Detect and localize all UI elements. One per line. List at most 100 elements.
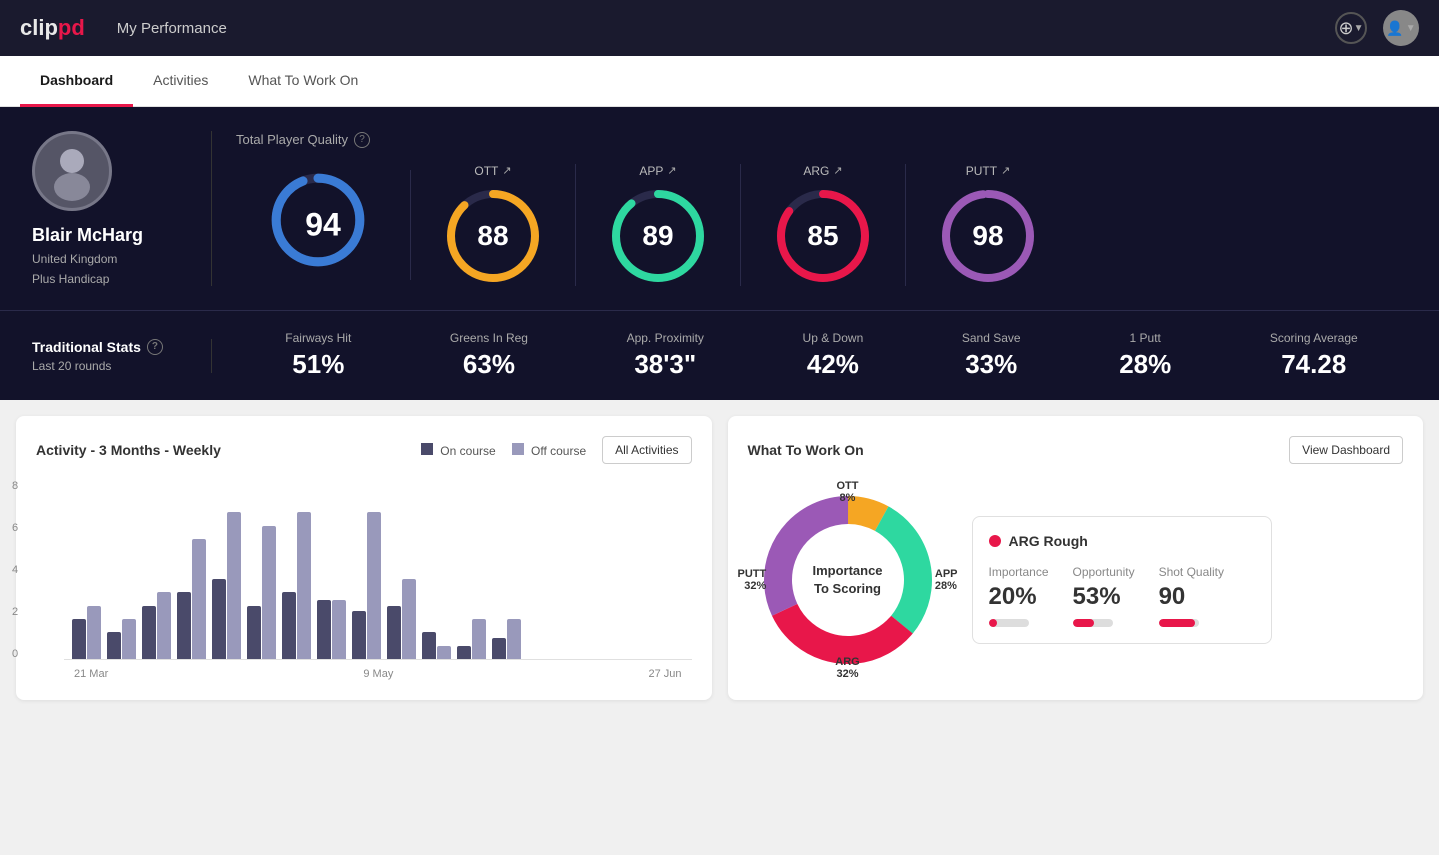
tab-activities[interactable]: Activities [133,56,228,107]
bar-offcourse-4 [227,512,241,659]
trad-stat-greens-in-reg: Greens In Reg 63% [450,331,528,380]
putt-label: PUTT32% [738,568,767,592]
chart-bars [64,480,692,660]
trad-stat-value: 63% [463,349,515,380]
bar-oncourse-8 [352,611,366,659]
gauge-arrow-icon: ↗ [502,164,511,177]
ott-label: OTT8% [837,480,859,504]
arg-stat-bar [1073,619,1113,627]
bottom-section: Activity - 3 Months - Weekly On course O… [0,400,1439,716]
trad-stat-value: 51% [292,349,344,380]
all-activities-button[interactable]: All Activities [602,436,691,464]
trad-stats-title: Traditional Stats ? [32,339,179,355]
arg-stat-bar-fill [989,619,997,627]
gauge-arg: ARG ↗ 85 [741,164,906,286]
arg-stat-shot quality: Shot Quality 90 [1159,565,1224,627]
what-to-work-card: What To Work On View Dashboard OTT8% APP… [728,416,1424,700]
player-handicap: Plus Handicap [32,272,109,286]
logo-area: clippd My Performance [20,15,227,41]
gauge-value-tpq: 94 [305,206,341,243]
bar-oncourse-6 [282,592,296,659]
gauges-row: 94 OTT ↗ 88 APP ↗ [236,164,1407,286]
bar-offcourse-11 [472,619,486,659]
work-content: OTT8% APP28% ARG32% PUTT32% Importance T… [748,480,1404,680]
quality-help-icon[interactable]: ? [354,132,370,148]
player-name: Blair McHarg [32,225,143,246]
player-avatar [32,131,112,211]
trad-stat-label: Sand Save [962,331,1021,345]
avatar-dropdown-icon: ▼ [1406,23,1416,34]
bar-oncourse-5 [247,606,261,659]
gauge-arrow-icon: ↗ [667,164,676,177]
gauge-label-arg: ARG ↗ [803,164,842,178]
bar-oncourse-12 [492,638,506,659]
offcourse-dot [512,443,524,455]
trad-stat-label: Fairways Hit [285,331,351,345]
arg-stat-value: 53% [1073,583,1135,611]
trad-stat-label: 1 Putt [1130,331,1161,345]
trad-help-icon[interactable]: ? [147,339,163,355]
gauge-label-putt: PUTT ↗ [966,164,1011,178]
dropdown-icon: ▼ [1354,23,1364,34]
avatar[interactable]: 👤 ▼ [1383,10,1419,46]
activity-chart-card: Activity - 3 Months - Weekly On course O… [16,416,712,700]
y-label-8: 8 [12,480,18,492]
add-button[interactable]: ⊕ ▼ [1335,12,1367,44]
bar-offcourse-0 [87,606,101,659]
trad-stat-1-putt: 1 Putt 28% [1119,331,1171,380]
bar-oncourse-10 [422,632,436,659]
donut-chart: OTT8% APP28% ARG32% PUTT32% Importance T… [748,480,948,680]
gauge-circle-tpq: 94 [268,170,378,280]
y-label-4: 4 [12,564,18,576]
oncourse-legend: On course [421,443,496,458]
bar-offcourse-10 [437,646,451,659]
arg-stat-bar [1159,619,1199,627]
logo-clip: clip [20,15,58,40]
bar-group-12 [492,619,521,659]
traditional-stats: Traditional Stats ? Last 20 rounds Fairw… [0,310,1439,400]
chart-title: Activity - 3 Months - Weekly [36,442,221,458]
chart-legend: On course Off course [421,443,586,458]
chart-area: 8 6 4 2 0 [36,480,692,680]
y-label-2: 2 [12,606,18,618]
bar-oncourse-7 [317,600,331,659]
chart-y-labels: 8 6 4 2 0 [12,480,18,660]
arg-stat-opportunity: Opportunity 53% [1073,565,1135,627]
gauge-tpq: 94 [236,170,411,280]
view-dashboard-button[interactable]: View Dashboard [1289,436,1403,464]
gauge-arrow-icon: ↗ [1001,164,1010,177]
player-section: Blair McHarg United Kingdom Plus Handica… [0,107,1439,310]
header: clippd My Performance ⊕ ▼ 👤 ▼ [0,0,1439,56]
work-header: What To Work On View Dashboard [748,436,1404,464]
trad-stat-sand-save: Sand Save 33% [962,331,1021,380]
trad-stat-scoring-average: Scoring Average 74.28 [1270,331,1358,380]
gauge-circle-putt: 98 [938,186,1038,286]
bar-group-4 [212,512,241,659]
header-right: ⊕ ▼ 👤 ▼ [1335,10,1419,46]
bar-oncourse-3 [177,592,191,659]
trad-stat-up-&-down: Up & Down 42% [803,331,864,380]
arg-stat-label: Opportunity [1073,565,1135,579]
bar-group-6 [282,512,311,659]
trad-stat-value: 74.28 [1281,349,1346,380]
gauge-value-arg: 85 [807,220,838,252]
bar-offcourse-5 [262,526,276,659]
tab-what-to-work-on[interactable]: What To Work On [228,56,378,107]
tab-dashboard[interactable]: Dashboard [20,56,133,107]
trad-stats-title-text: Traditional Stats [32,339,141,355]
bar-offcourse-12 [507,619,521,659]
arg-stat-importance: Importance 20% [989,565,1049,627]
gauge-circle-arg: 85 [773,186,873,286]
bar-group-11 [457,619,486,659]
trad-stat-label: Greens In Reg [450,331,528,345]
arg-card-title-text: ARG Rough [1009,533,1088,549]
arg-stat-label: Shot Quality [1159,565,1224,579]
donut-center-line1: Importance [812,563,882,578]
trad-stat-label: App. Proximity [627,331,704,345]
donut-center-text: Importance To Scoring [812,562,882,598]
oncourse-dot [421,443,433,455]
gauge-value-putt: 98 [972,220,1003,252]
trad-stat-value: 42% [807,349,859,380]
chart-header: Activity - 3 Months - Weekly On course O… [36,436,692,464]
bar-oncourse-11 [457,646,471,659]
